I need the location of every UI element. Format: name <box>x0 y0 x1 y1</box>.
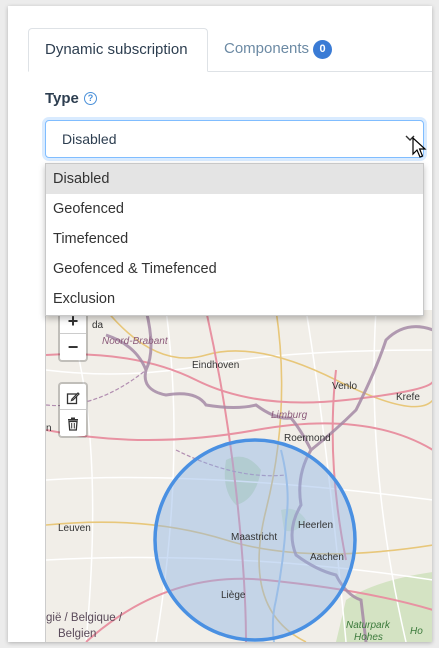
map-label-ho: Ho <box>410 626 423 637</box>
zoom-control: + − <box>58 310 88 362</box>
type-option-geofenced[interactable]: Geofenced <box>46 194 423 224</box>
tab-components-label: Components <box>224 40 310 57</box>
question-circle-icon[interactable]: ? <box>84 92 97 105</box>
edit-layers-button[interactable] <box>60 384 86 410</box>
map-label-da: da <box>92 320 104 331</box>
type-option-disabled[interactable]: Disabled <box>46 164 423 194</box>
type-option-timefenced[interactable]: Timefenced <box>46 224 423 254</box>
type-label: Type <box>45 90 79 107</box>
tab-bar: Dynamic subscription Components 0 <box>28 28 432 72</box>
zoom-out-button[interactable]: − <box>60 334 86 360</box>
map-label-liege: Liège <box>221 590 246 601</box>
map-label-leuven: Leuven <box>58 523 91 534</box>
map-label-limburg: Limburg <box>271 410 308 421</box>
type-select-value: Disabled <box>62 131 117 147</box>
map-label-n-edge: n <box>46 423 52 434</box>
type-dropdown: Disabled Geofenced Timefenced Geofenced … <box>45 163 424 316</box>
components-count-badge: 0 <box>313 40 333 59</box>
map-label-belgien: Belgien <box>58 628 97 640</box>
draw-toolbar <box>58 382 88 438</box>
chevron-down-icon <box>405 135 415 141</box>
map-label-venlo: Venlo <box>332 381 358 392</box>
map-label-eindhoven: Eindhoven <box>192 360 240 371</box>
map-label-roermond: Roermond <box>284 433 331 444</box>
map-label-hohes: Hohes <box>354 632 383 642</box>
tab-components[interactable]: Components 0 <box>208 28 348 72</box>
map-label-krefe: Krefe <box>396 392 420 403</box>
geofence-map[interactable]: da Noord-Brabant Eindhoven Venlo Krefe L… <box>45 310 432 642</box>
subscription-panel: Dynamic subscription Components 0 Type ? … <box>8 6 432 642</box>
map-label-noord-brabant: Noord-Brabant <box>102 336 168 347</box>
tab-dynamic-subscription[interactable]: Dynamic subscription <box>28 28 208 72</box>
map-label-heerlen: Heerlen <box>298 520 334 531</box>
map-label-naturpark: Naturpark <box>346 620 390 631</box>
map-label-aachen: Aachen <box>310 552 344 563</box>
trash-icon <box>68 417 78 431</box>
map-label-maastricht: Maastricht <box>231 532 278 543</box>
type-select[interactable]: Disabled <box>45 120 424 158</box>
map-label-belgie: gië / Belgique / <box>46 612 123 624</box>
type-option-geofenced-timefenced[interactable]: Geofenced & Timefenced <box>46 254 423 284</box>
delete-layers-button[interactable] <box>60 410 86 436</box>
edit-icon <box>66 392 80 405</box>
type-option-exclusion[interactable]: Exclusion <box>46 284 423 314</box>
tab-dynamic-subscription-label: Dynamic subscription <box>45 41 188 58</box>
